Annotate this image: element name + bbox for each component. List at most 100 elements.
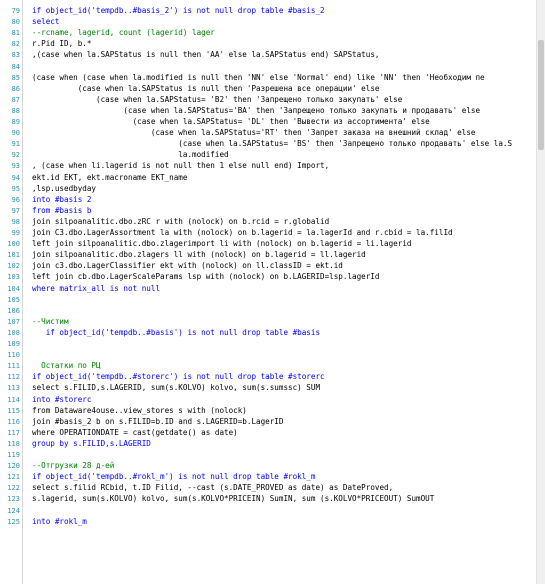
code-line[interactable]: 108 if object_id('tempdb..#basis') is no… [0, 328, 545, 338]
code-text[interactable]: (case when la.SAPStatus is null then 'Ра… [32, 84, 380, 94]
code-line[interactable]: 120 --Отгрузки 28 д-ей [0, 461, 545, 471]
code-line[interactable]: 93 , (case when li.lagerid is not null th… [0, 161, 545, 171]
line-number: 117 [7, 428, 20, 437]
code-text[interactable]: --Чистим [32, 317, 69, 327]
code-line[interactable]: 92 la.modified [0, 150, 545, 160]
line-number: 102 [7, 262, 20, 271]
code-text[interactable]: left join cb.dbo.LagerScaleParams lsp wi… [32, 272, 379, 282]
code-line[interactable]: 94 ekt.id EKT, ekt.macroname EKT_name [0, 173, 545, 183]
code-line[interactable]: 89 (case when la.SAPStatus= 'DL' then 'В… [0, 117, 545, 127]
code-line[interactable]: 123 s.lagerid, sum(s.KOLVO) kolvo, sum(s.… [0, 494, 545, 504]
code-line[interactable]: 84 [0, 62, 545, 72]
line-number: 116 [7, 417, 20, 426]
code-text[interactable]: join C3.dbo.LagerAssortment la with (nol… [32, 228, 453, 238]
code-text[interactable]: where matrix_all is not null [32, 284, 160, 294]
code-text[interactable]: into #rokl_m [32, 517, 87, 527]
code-line[interactable]: 81 --rcname, lagerid, count (lagerid) lag… [0, 28, 545, 38]
line-number: 121 [7, 473, 20, 482]
code-text[interactable]: (case when la.SAPStatus= 'BS' then 'Запр… [32, 139, 512, 149]
code-text[interactable]: (case when la.SAPStatus='BA' then 'Запре… [32, 106, 480, 116]
code-text[interactable]: select s.FILID,s.LAGERID, sum(s.KOLVO) k… [32, 383, 320, 393]
code-line[interactable]: 111 Остатки по РЦ [0, 361, 545, 371]
code-line[interactable]: 122 select s.filid RCbid, t.ID Filid, --c… [0, 483, 545, 493]
code-text[interactable]: ,lsp.usedbyday [32, 184, 96, 194]
code-text[interactable]: select [32, 17, 59, 27]
code-text[interactable]: where OPERATIONDATE = cast(getdate() as … [32, 428, 238, 438]
code-line[interactable]: 119 [0, 450, 545, 460]
code-line[interactable]: 107 --Чистим [0, 317, 545, 327]
code-text[interactable]: join c3.dbo.LagerClassifier ekt with (no… [32, 261, 343, 271]
code-line[interactable]: 82 r.Pid ID, b.* [0, 39, 545, 49]
sql-editor[interactable]: 79 if object_id('tempdb..#basis_2') is no… [0, 0, 545, 584]
code-text[interactable]: left join silpoanalitic.dbo.zlagerimport… [32, 239, 411, 249]
line-number: 82 [11, 40, 20, 49]
code-text[interactable]: join #basis_2 b on s.FILID=b.ID and s.LA… [32, 417, 283, 427]
code-text[interactable]: join silpoanalitic.dbo.zlagers ll with (… [32, 250, 366, 260]
code-line[interactable]: 124 [0, 506, 545, 516]
code-text[interactable]: --Отгрузки 28 д-ей [32, 461, 114, 471]
code-text[interactable]: select s.filid RCbid, t.ID Filid, --cast… [32, 483, 393, 493]
code-line[interactable]: 113 select s.FILID,s.LAGERID, sum(s.KOLVO… [0, 383, 545, 393]
code-line[interactable]: 105 [0, 295, 545, 305]
code-line[interactable]: 95 ,lsp.usedbyday [0, 184, 545, 194]
code-text[interactable]: into #storerc [32, 395, 91, 405]
code-line[interactable]: 80 select [0, 17, 545, 27]
code-line[interactable]: 83 ,(case when la.SAPStatus is null then … [0, 50, 545, 60]
code-text[interactable]: from #basis b [32, 206, 91, 216]
code-line[interactable]: 112 if object_id('tempdb..#storerc') is n… [0, 372, 545, 382]
line-number: 99 [11, 229, 20, 237]
code-line[interactable]: 102 join c3.dbo.LagerClassifier ekt with … [0, 261, 545, 271]
code-text[interactable]: if object_id('tempdb..#basis_2') is not … [32, 6, 325, 16]
code-text[interactable]: r.Pid ID, b.* [32, 39, 91, 49]
code-line[interactable]: 97 from #basis b [0, 206, 545, 216]
code-text[interactable]: if object_id('tempdb..#rokl_m') is not n… [32, 472, 315, 482]
code-line[interactable]: 114 into #storerc [0, 395, 545, 405]
code-line[interactable]: 109 [0, 339, 545, 349]
code-line[interactable]: 115 from Dataware4ouse..view_stores s wit… [0, 406, 545, 416]
line-number: 93 [11, 162, 20, 171]
code-line[interactable]: 99 join C3.dbo.LagerAssortment la with (n… [0, 228, 545, 238]
code-text[interactable]: ekt.id EKT, ekt.macroname EKT_name [32, 173, 187, 183]
code-text[interactable]: (case when la.SAPStatus= 'DL' then 'Выве… [32, 117, 430, 127]
code-text[interactable]: ,(case when la.SAPStatus is null then 'A… [32, 50, 379, 60]
code-text[interactable]: (case when la.SAPStatus= 'B2' then 'Запр… [32, 95, 402, 105]
code-line[interactable]: 103 left join cb.dbo.LagerScaleParams lsp… [0, 272, 545, 282]
code-text[interactable]: , (case when li.lagerid is not null then… [32, 161, 329, 171]
line-number: 80 [11, 18, 20, 27]
code-line[interactable]: 101 join silpoanalitic.dbo.zlagers ll wit… [0, 250, 545, 260]
code-line[interactable]: 79 if object_id('tempdb..#basis_2') is no… [0, 6, 545, 16]
line-number: 90 [11, 129, 20, 138]
line-number: 120 [7, 462, 20, 471]
code-line[interactable]: 121 if object_id('tempdb..#rokl_m') is no… [0, 472, 545, 482]
code-line[interactable]: 125 into #rokl_m [0, 517, 545, 527]
code-text[interactable]: (case when (case when la.modified is nul… [32, 73, 485, 83]
scrollbar-thumb[interactable] [538, 40, 544, 150]
code-line[interactable]: 110 [0, 350, 545, 360]
code-line[interactable]: 87 (case when la.SAPStatus= 'B2' then 'З… [0, 95, 545, 105]
code-text[interactable]: if object_id('tempdb..#storerc') is not … [32, 372, 325, 382]
code-text[interactable]: if object_id('tempdb..#basis') is not nu… [32, 328, 320, 338]
code-line[interactable]: 96 into #basis 2 [0, 195, 545, 205]
code-text[interactable]: s.lagerid, sum(s.KOLVO) kolvo, sum(s.KOL… [32, 494, 434, 504]
code-text[interactable]: --rcname, lagerid, count (lagerid) lager [32, 28, 215, 38]
code-text[interactable]: la.modified [32, 150, 228, 160]
code-line[interactable]: 85 (case when (case when la.modified is n… [0, 73, 545, 83]
code-line[interactable]: 106 [0, 306, 545, 316]
vertical-scrollbar[interactable] [536, 0, 545, 584]
code-text[interactable]: from Dataware4ouse..view_stores s with (… [32, 406, 247, 416]
code-text[interactable]: Остатки по РЦ [32, 361, 100, 371]
code-line[interactable]: 100 left join silpoanalitic.dbo.zlagerimp… [0, 239, 545, 249]
code-text[interactable]: (case when la.SAPStatus='RT' then 'Запре… [32, 128, 476, 138]
code-line[interactable]: 91 (case when la.SAPStatus= 'BS' then 'З… [0, 139, 545, 149]
code-text[interactable]: into #basis 2 [32, 195, 91, 205]
code-line[interactable]: 118 group by s.FILID,s.LAGERID [0, 439, 545, 449]
code-line[interactable]: 90 (case when la.SAPStatus='RT' then 'За… [0, 128, 545, 138]
code-line[interactable]: 116 join #basis_2 b on s.FILID=b.ID and s… [0, 417, 545, 427]
code-line[interactable]: 86 (case when la.SAPStatus is null then … [0, 84, 545, 94]
code-text[interactable]: group by s.FILID,s.LAGERID [32, 439, 151, 449]
code-line[interactable]: 88 (case when la.SAPStatus='BA' then 'За… [0, 106, 545, 116]
code-text[interactable]: join silpoanalitic.dbo.zRC r with (noloc… [32, 217, 329, 227]
code-line[interactable]: 98 join silpoanalitic.dbo.zRC r with (nol… [0, 217, 545, 227]
code-line[interactable]: 117 where OPERATIONDATE = cast(getdate() … [0, 428, 545, 438]
code-line[interactable]: 104 where matrix_all is not null [0, 284, 545, 294]
